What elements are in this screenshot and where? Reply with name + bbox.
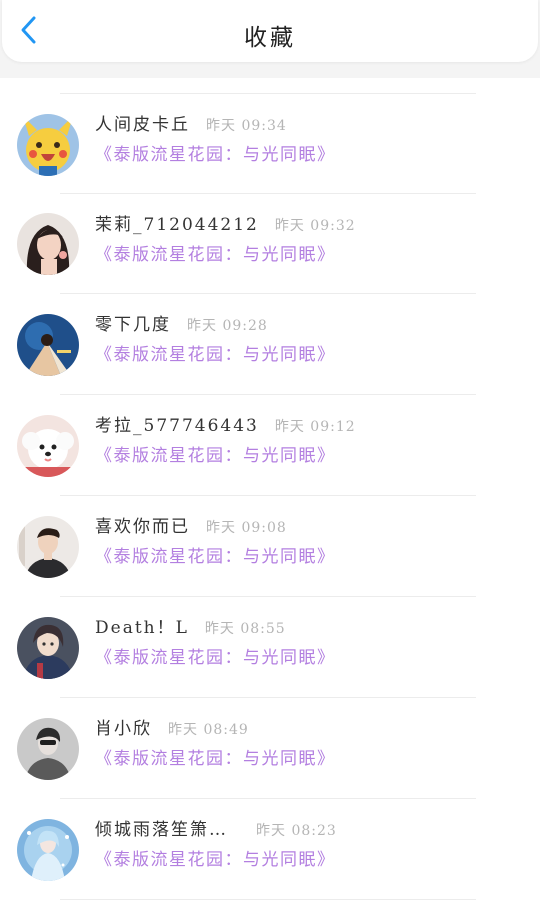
list-item[interactable]: 考拉_577746443 昨天 09:12 《泰版流星花园：与光同眠》 [0,395,540,491]
timestamp: 昨天 08:49 [168,722,249,738]
timestamp: 昨天 09:12 [274,419,356,435]
user-name[interactable]: 倾城雨落笙箫… [95,815,228,840]
item-meta: 茉莉_712044212 昨天 09:32 [95,210,356,238]
timestamp: 昨天 08:23 [256,823,337,839]
avatar[interactable] [17,114,79,176]
work-title-link[interactable]: 《泰版流星花园：与光同眠》 [95,140,336,165]
item-meta: 喜欢你而已 昨天 09:08 [95,512,287,540]
avatar[interactable] [17,718,79,780]
man-portrait-avatar [17,516,79,578]
work-title-link[interactable]: 《泰版流星花园：与光同眠》 [95,744,336,769]
user-name[interactable]: 喜欢你而已 [95,512,190,537]
avatar[interactable] [17,415,79,477]
user-name[interactable]: 茉莉_712044212 [95,210,259,235]
user-name[interactable]: 人间皮卡丘 [95,110,190,135]
user-name[interactable]: 考拉_577746443 [95,411,259,436]
work-title-link[interactable]: 《泰版流星花园：与光同眠》 [95,240,336,265]
list-item[interactable]: 倾城雨落笙箫… 昨天 08:23 《泰版流星花园：与光同眠》 [0,799,540,895]
list-item[interactable]: 零下几度 昨天 09:28 《泰版流星花园：与光同眠》 [0,294,540,390]
list-item[interactable]: 喜欢你而已 昨天 09:08 《泰版流星花园：与光同眠》 [0,496,540,592]
timestamp: 昨天 09:34 [206,118,287,134]
pikachu-avatar [17,114,79,176]
blue-anime-avatar [17,819,79,881]
user-name[interactable]: 零下几度 [95,310,171,335]
item-meta: 倾城雨落笙箫… 昨天 08:23 [95,815,337,843]
item-meta: 肖小欣 昨天 08:49 [95,714,249,742]
item-meta: 零下几度 昨天 09:28 [95,310,268,338]
avatar[interactable] [17,617,79,679]
anime-character-avatar [17,617,79,679]
avatar[interactable] [17,516,79,578]
timestamp: 昨天 08:55 [204,621,286,637]
work-title-link[interactable]: 《泰版流星花园：与光同眠》 [95,542,336,567]
list-item[interactable]: Death！L 昨天 08:55 《泰版流星花园：与光同眠》 [0,597,540,693]
header-bar: 收藏 [2,0,538,62]
item-meta: Death！L 昨天 08:55 [95,613,286,641]
timestamp: 昨天 09:08 [206,520,287,536]
work-title-link[interactable]: 《泰版流星花园：与光同眠》 [95,845,336,870]
list-item[interactable]: 人间皮卡丘 昨天 09:34 《泰版流星花园：与光同眠》 [0,94,540,190]
grey-portrait-avatar [17,718,79,780]
illustration-avatar [17,314,79,376]
user-name[interactable]: Death！L [95,613,189,638]
timestamp: 昨天 09:32 [274,218,356,234]
avatar[interactable] [17,819,79,881]
item-meta: 考拉_577746443 昨天 09:12 [95,411,356,439]
timestamp: 昨天 09:28 [187,318,268,334]
item-meta: 人间皮卡丘 昨天 09:34 [95,110,287,138]
list-item[interactable]: 茉莉_712044212 昨天 09:32 《泰版流星花园：与光同眠》 [0,194,540,290]
avatar[interactable] [17,314,79,376]
list-item[interactable]: 肖小欣 昨天 08:49 《泰版流星花园：与光同眠》 [0,698,540,794]
page-title: 收藏 [244,25,296,51]
girl-portrait-avatar [17,213,79,275]
user-name[interactable]: 肖小欣 [95,714,152,739]
work-title-link[interactable]: 《泰版流星花园：与光同眠》 [95,643,336,668]
list-divider [60,899,476,900]
work-title-link[interactable]: 《泰版流星花园：与光同眠》 [95,340,336,365]
avatar[interactable] [17,213,79,275]
white-dog-avatar [17,415,79,477]
favorites-page: 收藏 人间皮卡丘 昨天 09:34 《泰版流星花园：与光同眠》 茉莉_71204… [0,0,540,914]
work-title-link[interactable]: 《泰版流星花园：与光同眠》 [95,441,336,466]
